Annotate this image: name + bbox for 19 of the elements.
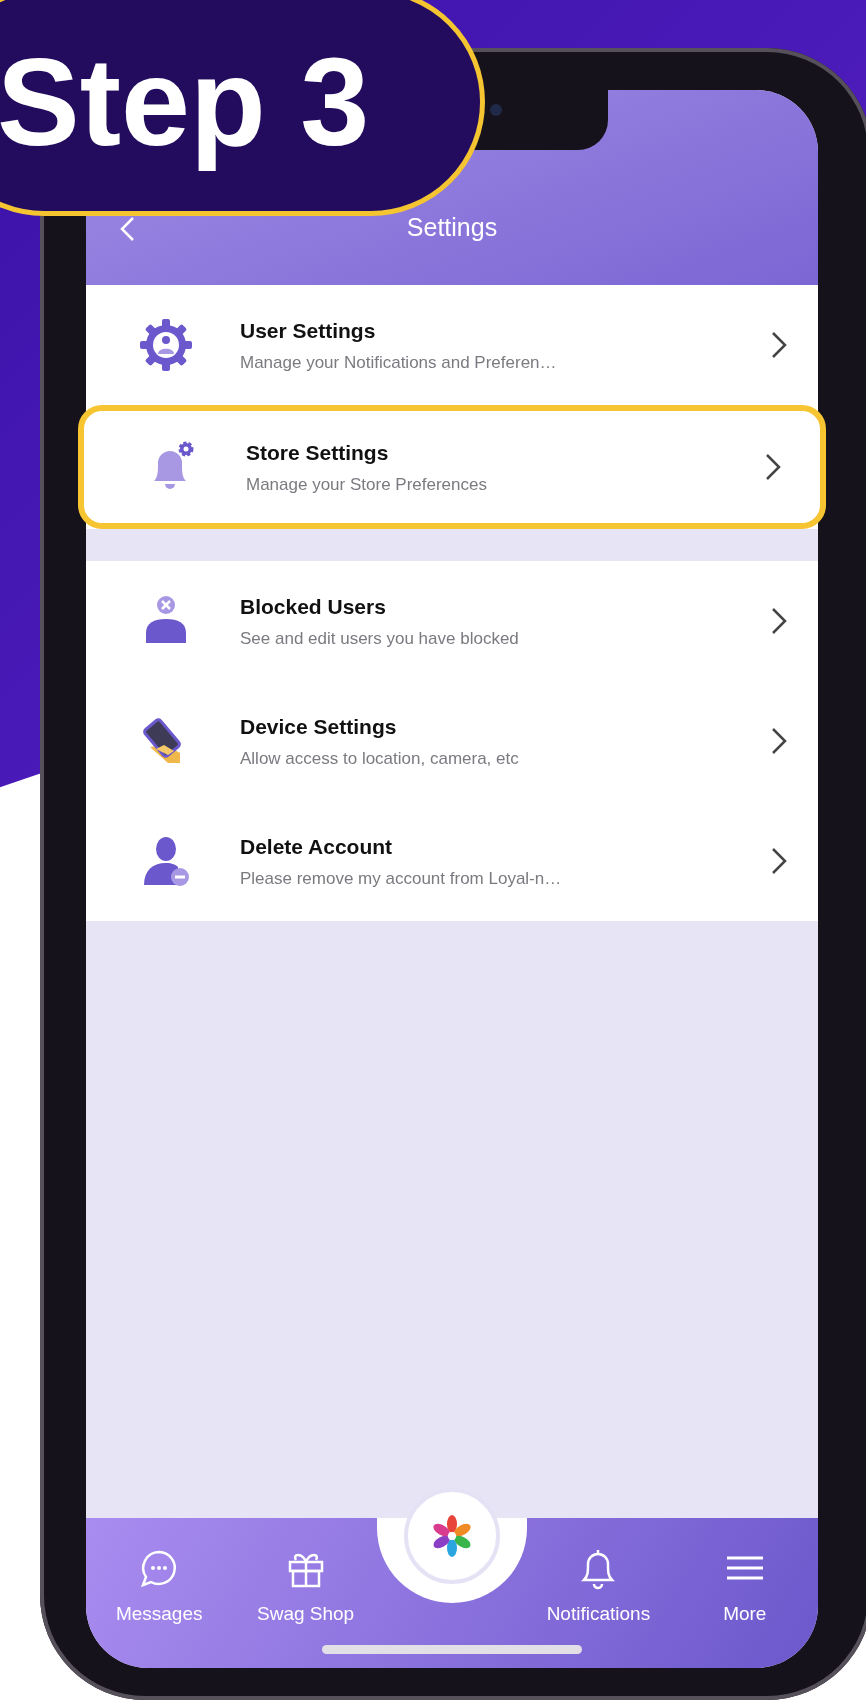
tab-item[interactable]: Notifications bbox=[525, 1546, 672, 1629]
row-title: User Settings bbox=[240, 317, 377, 344]
row-title: Device Settings bbox=[240, 713, 398, 740]
row-title: Blocked Users bbox=[240, 593, 387, 620]
chevron-right-icon bbox=[764, 452, 782, 482]
row-subtitle: See and edit users you have blocked bbox=[240, 628, 519, 650]
chevron-right-icon bbox=[770, 330, 788, 360]
chevron-right-icon bbox=[770, 846, 788, 876]
flower-logo-icon bbox=[430, 1514, 474, 1558]
tab-item[interactable]: More bbox=[671, 1546, 818, 1629]
row-subtitle: Please remove my account from Loyal-n… bbox=[240, 868, 562, 890]
row-title: Delete Account bbox=[240, 833, 394, 860]
row-subtitle: Manage your Store Preferences bbox=[246, 474, 487, 496]
chevron-right-icon bbox=[770, 726, 788, 756]
row-subtitle: Manage your Notifications and Preferen… bbox=[240, 352, 557, 374]
row-title: Store Settings bbox=[246, 439, 390, 466]
chevron-right-icon bbox=[770, 606, 788, 636]
settings-row[interactable]: Store Settings Manage your Store Preferences bbox=[78, 405, 826, 529]
row-subtitle: Allow access to location, camera, etc bbox=[240, 748, 519, 770]
